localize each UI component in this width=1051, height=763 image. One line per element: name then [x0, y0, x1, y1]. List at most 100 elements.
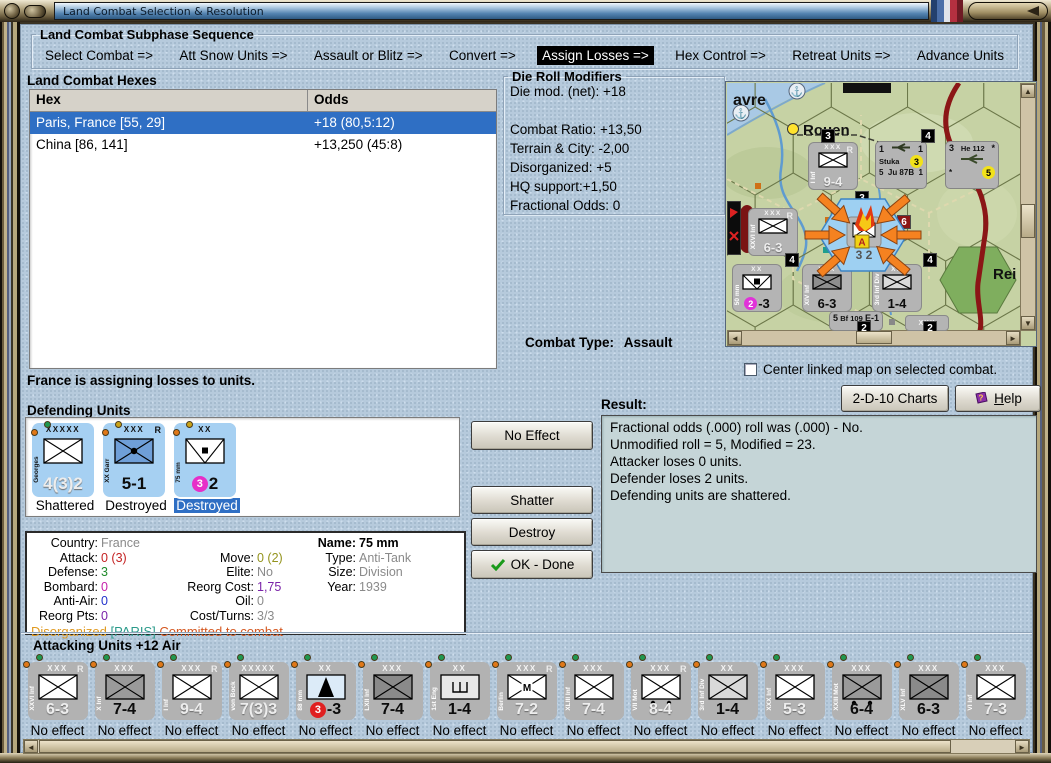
- attacking-unit-slot[interactable]: VII Mot XXX R 8-4 No effect: [626, 653, 694, 739]
- attacking-unit-slot[interactable]: von Bock XXXXX 7(3)3 No effect: [224, 653, 292, 739]
- map-horizontal-scrollbar[interactable]: ◄ ►: [727, 330, 1021, 346]
- defending-unit-slot[interactable]: XX Garr XXX R 5-1 Destroyed: [102, 421, 169, 513]
- no-effect-button[interactable]: No Effect: [471, 421, 593, 450]
- map-vertical-scrollbar[interactable]: ▲ ▼: [1020, 83, 1036, 331]
- attacking-unit-slot[interactable]: XXIII Mot XXX 6-4 No effect: [827, 653, 895, 739]
- attacking-unit-slot[interactable]: XLV Inf XXX 6-3 No effect: [894, 653, 962, 739]
- air-unit-bf109[interactable]: 5 Bf 109 E-1: [829, 311, 883, 331]
- unit-counter[interactable]: XLV Inf XXX 6-3: [898, 662, 959, 720]
- shatter-button[interactable]: Shatter: [471, 486, 593, 514]
- detail-value: 1,75: [257, 579, 282, 594]
- scroll-right-button[interactable]: ►: [1015, 740, 1029, 753]
- unit-combat-value: 5-3: [782, 701, 807, 718]
- combat-type-value: Assault: [623, 335, 673, 350]
- attacking-unit-slot[interactable]: 3rd Inf Div XX 1-4 No effect: [693, 653, 761, 739]
- unit-detail-grid: Country: France Name: 75 mm Attack: 0 (3) Move…: [29, 536, 462, 623]
- unit-counter[interactable]: X Inf XXX 7-4: [94, 662, 155, 720]
- detail-label: Name:: [317, 536, 356, 550]
- unit-counter[interactable]: 75 mm XX 3 2: [172, 421, 238, 499]
- attacking-unit-slot[interactable]: X Inf XXX 7-4 No effect: [90, 653, 158, 739]
- subphase-step[interactable]: Retreat Units =>: [787, 46, 895, 65]
- modifier-line: [504, 103, 724, 122]
- hex-column-header[interactable]: Hex: [30, 90, 308, 111]
- subphase-step[interactable]: Att Snow Units =>: [174, 46, 292, 65]
- destroy-button[interactable]: Destroy: [471, 518, 593, 546]
- unit-counter[interactable]: XXVI Inf XXX R 6-3: [27, 662, 88, 720]
- combat-hexes-listbox: Hex Odds Paris, France [55, 29] +18 (80,…: [29, 89, 497, 369]
- unit-counter[interactable]: LXII Inf XXX 7-4: [362, 662, 423, 720]
- hex-control-badge: 3: [821, 129, 835, 143]
- subphase-step[interactable]: Assault or Blitz =>: [309, 46, 428, 65]
- unit-counter[interactable]: 3rd Inf Div XX 1-4: [697, 662, 758, 720]
- attacking-unit-slot[interactable]: I Inf XXX R 9-4 No effect: [157, 653, 225, 739]
- scroll-left-button[interactable]: ◄: [728, 331, 742, 345]
- horizontal-scroll-thumb[interactable]: [856, 331, 892, 344]
- help-button[interactable]: ? Help: [955, 385, 1041, 412]
- map-viewport[interactable]: ⚓ ⚓ avre Rouen Rei I InfXXXR9-4XXVI InfX…: [727, 83, 1021, 331]
- unit-counter[interactable]: XXIII Mot XXX 6-4: [831, 662, 892, 720]
- map-unit-counter[interactable]: 50 mm XX 2 -3: [733, 265, 781, 311]
- unit-combat-value: 7-2: [514, 701, 539, 718]
- unit-counter[interactable]: VII Mot XXX R 8-4: [630, 662, 691, 720]
- window-menu-button[interactable]: [24, 5, 46, 18]
- unit-size-indicator: XX: [891, 266, 903, 273]
- detail-label: Move:: [219, 550, 254, 565]
- scroll-up-button[interactable]: ▲: [1021, 84, 1035, 98]
- scroll-down-button[interactable]: ▼: [1021, 316, 1035, 330]
- unit-reorg-marker: R: [211, 664, 218, 674]
- attacking-unit-slot[interactable]: XLIII Inf XXX 7-4 No effect: [559, 653, 627, 739]
- attacking-unit-slot[interactable]: LXII Inf XXX 7-4 No effect: [358, 653, 426, 739]
- map-unit-counter[interactable]: XIV Inf XXX 6-3: [803, 265, 851, 311]
- unit-size-indicator: XXX: [918, 664, 939, 673]
- attacking-unit-slot[interactable]: 88 mm XX 3 -3 No effect: [291, 653, 359, 739]
- subphase-step[interactable]: Select Combat =>: [40, 46, 158, 65]
- subphase-step[interactable]: Assign Losses =>: [537, 45, 654, 65]
- vertical-scroll-thumb[interactable]: [1021, 204, 1035, 238]
- unit-effect-label: No effect: [432, 723, 487, 738]
- defending-unit-slot[interactable]: Georges XXXXX 4(3)2 Shattered: [31, 421, 98, 513]
- attacking-units-scrollbar[interactable]: ◄ ►: [23, 739, 1030, 754]
- map-unit-counter[interactable]: XXVI Inf XXX R 6-3: [749, 209, 797, 255]
- hex-row[interactable]: China [86, 141] +13,250 (45:8): [30, 134, 496, 156]
- unit-counter[interactable]: XX Garr XXX R 5-1: [103, 423, 165, 497]
- combat-type-label: Combat Type:: [525, 335, 615, 350]
- hex-row[interactable]: Paris, France [55, 29] +18 (80,5:12): [30, 112, 496, 134]
- map-unit-counter[interactable]: 3rd Inf Div XX 1-4: [873, 265, 921, 311]
- attacking-unit-slot[interactable]: 1st Eng XX 1-4 No effect: [425, 653, 493, 739]
- unit-counter[interactable]: XLIII Inf XXX 7-4: [563, 662, 624, 720]
- unit-counter[interactable]: XXX Inf XXX 5-3: [764, 662, 825, 720]
- partial-counter-top: [843, 83, 891, 93]
- unit-counter[interactable]: I Inf XXX R 9-4: [161, 662, 222, 720]
- unit-size-indicator: XX: [318, 664, 333, 673]
- attacking-unit-slot[interactable]: XXX Inf XXX 5-3 No effect: [760, 653, 828, 739]
- unit-combat-value: 7-4: [581, 701, 606, 718]
- attacking-unit-slot[interactable]: VI Inf XXX 7-3 No effect: [961, 653, 1029, 739]
- defending-unit-slot[interactable]: 75 mm XX 3 2 Destroyed: [172, 421, 240, 513]
- enemy-black-counter[interactable]: [727, 201, 741, 255]
- scroll-left-button[interactable]: ◄: [24, 740, 38, 753]
- unit-counter[interactable]: von Bock XXXXX 7(3)3: [228, 662, 289, 720]
- subphase-step[interactable]: Convert =>: [444, 46, 521, 65]
- unit-counter[interactable]: VI Inf XXX 7-3: [965, 662, 1026, 720]
- odds-column-header[interactable]: Odds: [308, 90, 496, 111]
- charts-button[interactable]: 2-D-10 Charts: [841, 385, 949, 412]
- attacking-unit-slot[interactable]: XXVI Inf XXX R 6-3 No effect: [23, 653, 91, 739]
- scroll-right-button[interactable]: ►: [1006, 331, 1020, 345]
- status-dot: [44, 421, 51, 428]
- air-unit-he112[interactable]: 3 He 112 * * 5: [945, 141, 999, 189]
- subphase-step[interactable]: Hex Control =>: [670, 46, 771, 65]
- unit-counter[interactable]: Berlin XXX R M 7-2: [496, 662, 557, 720]
- center-map-checkbox[interactable]: [744, 363, 757, 376]
- horizontal-scroll-thumb[interactable]: [39, 740, 951, 753]
- unit-counter[interactable]: Georges XXXXX 4(3)2: [32, 423, 94, 497]
- ok-done-button[interactable]: OK - Done: [471, 550, 593, 579]
- unit-size-indicator: XXX: [114, 664, 135, 673]
- map-unit-counter[interactable]: I Inf XXX R 9-4: [809, 143, 857, 189]
- attacking-unit-slot[interactable]: Berlin XXX R M 7-2 No effect: [492, 653, 560, 739]
- unit-counter[interactable]: 1st Eng XX 1-4: [429, 662, 490, 720]
- unit-counter[interactable]: 88 mm XX 3 -3: [295, 662, 356, 720]
- subphase-step[interactable]: Advance Units: [912, 46, 1009, 65]
- close-button[interactable]: [968, 2, 1048, 20]
- air-unit-stuka[interactable]: 1 1 Stuka 3 5 Ju 87B 1: [875, 141, 927, 189]
- detail-label: Year:: [327, 579, 356, 594]
